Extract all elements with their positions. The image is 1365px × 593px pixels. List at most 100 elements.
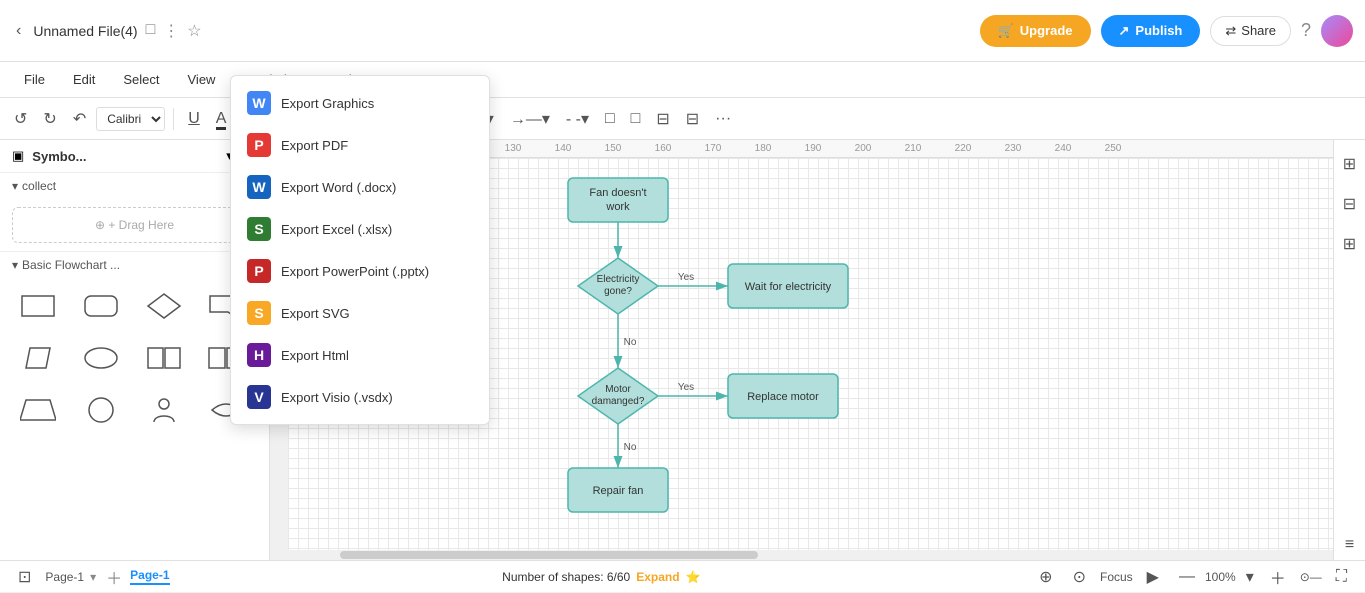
add-page-button[interactable]: ＋: [106, 565, 122, 589]
page-tab-active[interactable]: Page-1: [130, 568, 169, 585]
menu-edit[interactable]: Edit: [61, 68, 107, 91]
page-layout-button[interactable]: ⊡: [12, 563, 37, 591]
export-visio-item[interactable]: V Export Visio (.vsdx): [231, 376, 489, 418]
font-selector[interactable]: Calibri: [96, 107, 165, 131]
page-selector: Page-1 ▾: [45, 570, 98, 584]
expand-button[interactable]: Expand: [636, 570, 679, 584]
drag-here-icon: ⊕: [95, 218, 105, 232]
menu-view[interactable]: View: [176, 68, 228, 91]
section-collect[interactable]: ▾ collect: [0, 173, 269, 199]
layer-button[interactable]: □: [625, 106, 647, 132]
shape-bracket[interactable]: [138, 338, 190, 378]
menu-bar: File Edit Select View Symbol Search Feat…: [0, 62, 1365, 98]
scrollbar-thumb[interactable]: [340, 551, 758, 559]
export-pdf-label: Export PDF: [281, 138, 348, 153]
status-center: Number of shapes: 6/60 Expand ⭐: [180, 570, 1024, 584]
export-html-item[interactable]: H Export Html: [231, 334, 489, 376]
avatar[interactable]: [1321, 15, 1353, 47]
shape-rounded-rect[interactable]: [75, 286, 127, 326]
menu-select[interactable]: Select: [111, 68, 171, 91]
clear-format-button[interactable]: ↶: [67, 105, 92, 133]
svg-text:No: No: [624, 442, 637, 453]
shape-rect[interactable]: [12, 286, 64, 326]
export-pdf-item[interactable]: P Export PDF: [231, 124, 489, 166]
svg-text:gone?: gone?: [604, 286, 632, 297]
shapes-grid-row1: [0, 278, 269, 334]
export-ppt-item[interactable]: P Export PowerPoint (.pptx): [231, 250, 489, 292]
export-word-item[interactable]: W Export Word (.docx): [231, 166, 489, 208]
save-icon[interactable]: □: [146, 21, 156, 41]
zoom-plus-button[interactable]: ＋: [1264, 561, 1292, 593]
export-word-label: Export Word (.docx): [281, 180, 396, 195]
export-excel-icon: S: [247, 217, 271, 241]
zoom-dropdown-button[interactable]: ▾: [1240, 563, 1260, 591]
shape-person[interactable]: [138, 390, 190, 430]
align-left-button[interactable]: ⊟: [650, 105, 675, 133]
sidebar-shape-icon: ▣: [12, 148, 24, 164]
share-icon2[interactable]: ⋮: [163, 21, 179, 41]
underline-button[interactable]: U: [182, 106, 206, 132]
page-tab-inactive[interactable]: Page-1: [45, 570, 84, 584]
share-button[interactable]: ⇄ Share: [1210, 16, 1291, 46]
export-svg-item[interactable]: S Export SVG: [231, 292, 489, 334]
shape-diamond[interactable]: [138, 286, 190, 326]
shape-ellipse[interactable]: [75, 338, 127, 378]
drag-here-area[interactable]: ⊕ + Drag Here: [12, 207, 257, 243]
shape-trapezoid[interactable]: [12, 390, 64, 430]
right-panel-link-button[interactable]: ⊟: [1337, 188, 1362, 220]
align-right-button[interactable]: ⊟: [680, 105, 705, 133]
collect-chevron-icon: ▾: [12, 179, 18, 193]
shape-parallelogram[interactable]: [12, 338, 64, 378]
publish-icon: ↗: [1119, 23, 1130, 39]
export-word-icon: W: [247, 175, 271, 199]
svg-text:Fan doesn't: Fan doesn't: [589, 187, 646, 199]
share-icon: ⇄: [1225, 23, 1236, 39]
top-bar-left: ‹ Unnamed File(4) □ ⋮ ☆: [12, 18, 972, 44]
back-button[interactable]: ‹: [12, 18, 25, 44]
right-panel-format-button[interactable]: ⊞: [1337, 148, 1362, 180]
menu-file[interactable]: File: [12, 68, 57, 91]
layer-stack-button[interactable]: ⊕: [1033, 563, 1058, 591]
upgrade-button[interactable]: 🛒 Upgrade: [980, 15, 1091, 47]
status-left: ⊡ Page-1 ▾ ＋ Page-1: [12, 563, 170, 591]
star-icon[interactable]: ☆: [187, 21, 201, 41]
zoom-minus-button[interactable]: —: [1173, 564, 1201, 590]
more-button[interactable]: ···: [709, 106, 737, 132]
drag-here-label: + Drag Here: [108, 218, 174, 232]
title-icons: □ ⋮ ☆: [146, 21, 202, 41]
svg-text:Replace motor: Replace motor: [747, 391, 819, 403]
toolbar: ↺ ↻ ↶ Calibri U A T ☰ ≡▾ T ◇ ✏ ⌐ ——▾ →—▾…: [0, 98, 1365, 140]
right-panel-list-button[interactable]: ≡: [1339, 530, 1360, 560]
export-graphics-item[interactable]: W Export Graphics: [231, 82, 489, 124]
right-panel-grid-button[interactable]: ⊞: [1337, 228, 1362, 260]
export-excel-item[interactable]: S Export Excel (.xlsx): [231, 208, 489, 250]
help-button[interactable]: ?: [1301, 20, 1311, 41]
svg-text:Motor: Motor: [605, 384, 631, 395]
publish-button[interactable]: ↗ Publish: [1101, 15, 1201, 47]
export-pdf-icon: P: [247, 133, 271, 157]
redo-button[interactable]: ↻: [37, 105, 62, 133]
upgrade-label: Upgrade: [1020, 23, 1073, 38]
svg-text:damanged?: damanged?: [592, 396, 645, 407]
sidebar-header: ▣ Symbo... ▾ 🔍: [0, 140, 269, 173]
export-excel-label: Export Excel (.xlsx): [281, 222, 392, 237]
focus-icon[interactable]: ⊙: [1067, 563, 1092, 591]
publish-label: Publish: [1135, 23, 1182, 38]
top-bar: ‹ Unnamed File(4) □ ⋮ ☆ 🛒 Upgrade ↗ Publ…: [0, 0, 1365, 62]
arrow-style-button[interactable]: →—▾: [504, 105, 556, 133]
undo-button[interactable]: ↺: [8, 105, 33, 133]
shape-circle[interactable]: [75, 390, 127, 430]
svg-text:Yes: Yes: [678, 272, 694, 283]
fullscreen-button[interactable]: ⛶: [1330, 564, 1353, 590]
shapes-grid-row3: [0, 386, 269, 438]
scrollbar-horizontal[interactable]: [288, 550, 1333, 560]
export-svg-icon: S: [247, 301, 271, 325]
dash-style-button[interactable]: - -▾: [560, 105, 595, 133]
section-basic-flowchart[interactable]: ▾ Basic Flowchart ...: [0, 251, 269, 278]
svg-text:work: work: [605, 201, 630, 213]
collect-label: collect: [22, 179, 56, 193]
shadow-button[interactable]: □: [599, 106, 621, 132]
flowchart-section-label: Basic Flowchart ...: [22, 258, 120, 272]
sidebar-title: Symbo...: [32, 149, 218, 164]
play-button[interactable]: ▶: [1141, 563, 1165, 591]
